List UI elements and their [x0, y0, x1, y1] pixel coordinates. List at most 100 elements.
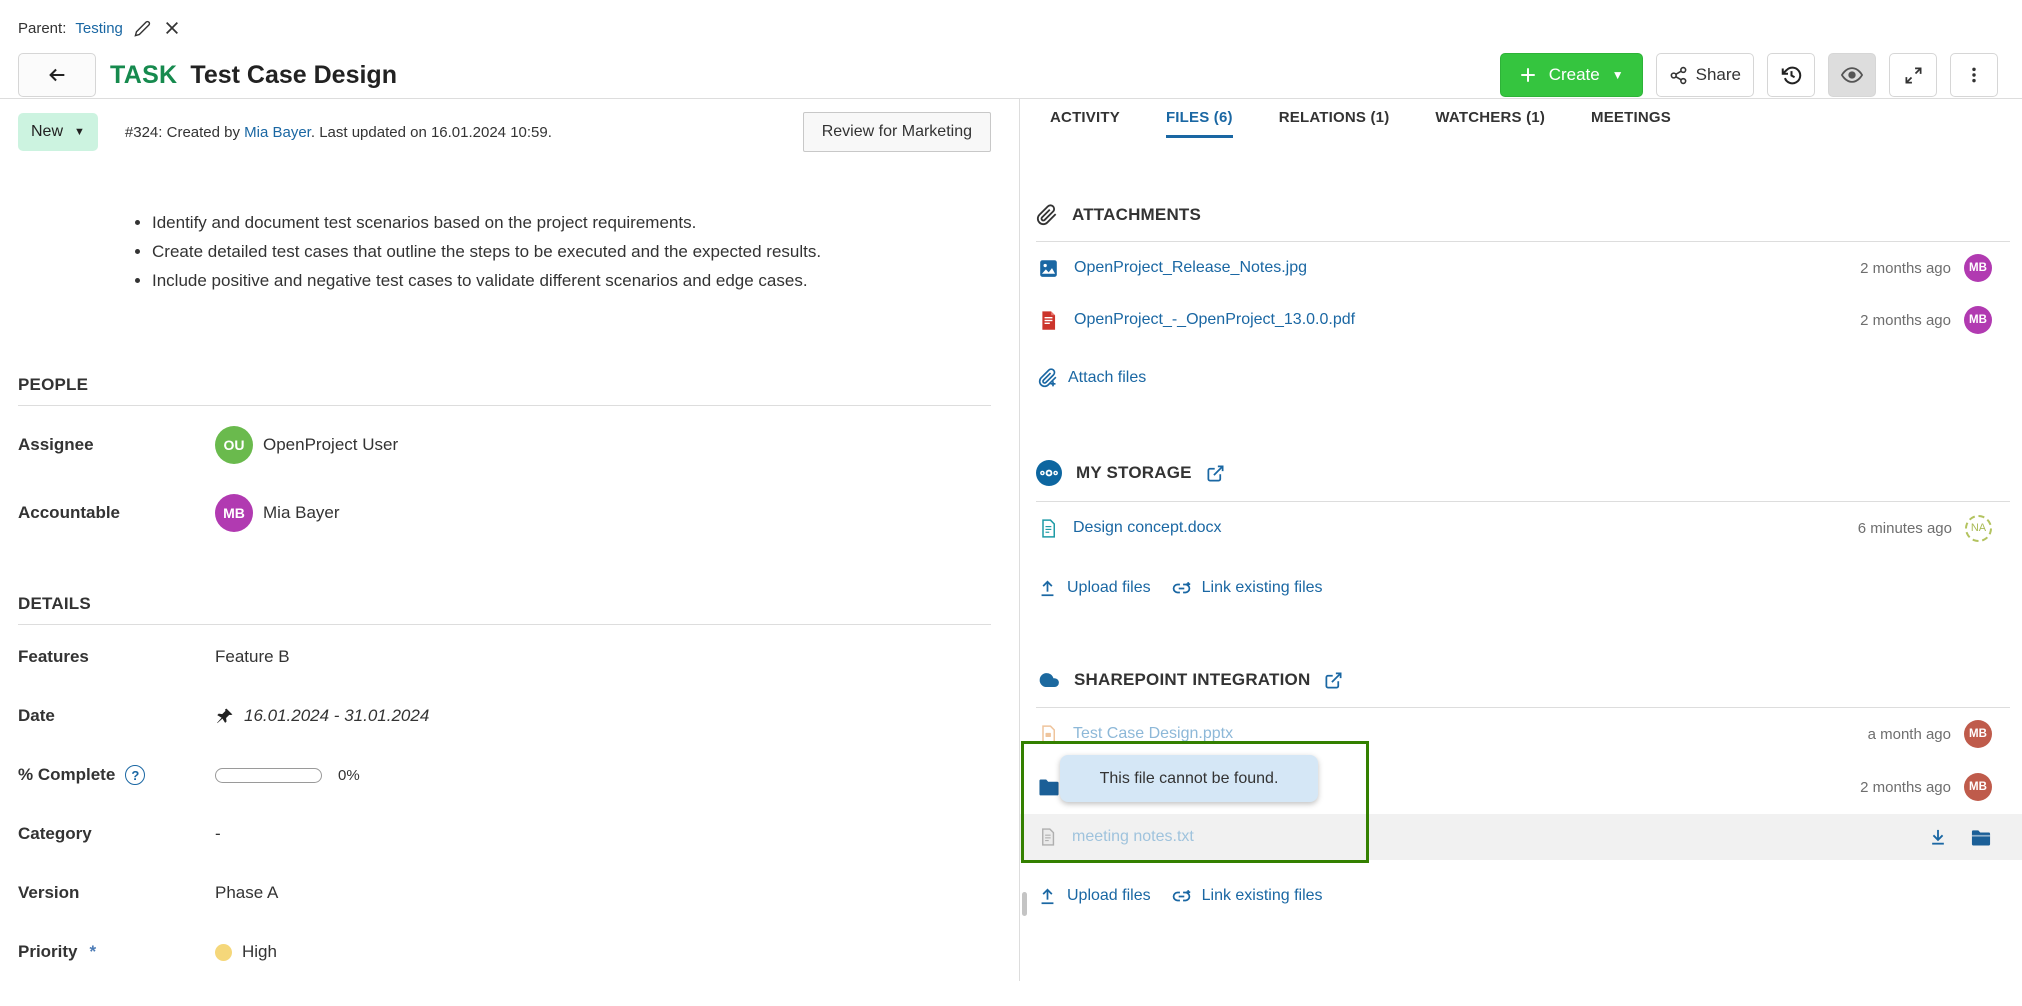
description-bullet: Create detailed test cases that outline … — [152, 237, 991, 266]
docx-file-icon — [1038, 518, 1058, 539]
date-label: Date — [18, 706, 215, 726]
description-bullet: Include positive and negative test cases… — [152, 266, 991, 295]
version-value[interactable]: Phase A — [215, 883, 991, 903]
attach-files-link[interactable]: Attach files — [1038, 368, 1146, 388]
link-existing-files-link[interactable]: Link existing files — [1171, 579, 1323, 598]
storage-file-link[interactable]: meeting notes.txt — [1072, 828, 1194, 846]
remove-parent-icon[interactable] — [162, 18, 182, 38]
storage-file-row[interactable]: Test Case Design.pptx a month ago MB — [1020, 708, 2022, 760]
open-folder-icon[interactable] — [1970, 828, 1992, 847]
avatar: MB — [215, 494, 253, 532]
attachment-row: OpenProject_-_OpenProject_13.0.0.pdf 2 m… — [1020, 294, 2022, 346]
status-meta: #324: Created by Mia Bayer. Last updated… — [125, 124, 552, 141]
storage-file-link[interactable]: Design concept.docx — [1073, 519, 1222, 537]
tab-files[interactable]: FILES (6) — [1166, 99, 1233, 138]
upload-files-link[interactable]: Upload files — [1038, 579, 1151, 598]
activity-history-button[interactable] — [1767, 53, 1815, 97]
title-bar: TASK Test Case Design Create ▼ Share — [18, 52, 1998, 98]
file-timestamp: 2 months ago — [1860, 260, 1951, 277]
my-storage-section-header: MY STORAGE — [1036, 460, 2010, 502]
tab-relations[interactable]: RELATIONS (1) — [1279, 99, 1390, 138]
file-timestamp: 6 minutes ago — [1858, 520, 1952, 537]
progress-bar — [215, 768, 322, 783]
open-storage-external-icon[interactable] — [1324, 671, 1343, 690]
edit-parent-icon[interactable] — [132, 18, 153, 39]
pdf-file-icon — [1038, 310, 1059, 331]
history-icon — [1781, 65, 1802, 86]
required-indicator: * — [90, 942, 97, 962]
accountable-label: Accountable — [18, 503, 215, 523]
page-title: Test Case Design — [190, 61, 397, 90]
storage-file-row[interactable]: Design concept.docx 6 minutes ago NA — [1020, 502, 2022, 554]
avatar: MB — [1964, 773, 1992, 801]
kebab-icon — [1965, 65, 1983, 85]
fullscreen-button[interactable] — [1889, 53, 1937, 97]
txt-file-icon — [1038, 827, 1057, 847]
page-header: Parent: Testing TASK Test Case Design Cr… — [0, 0, 2022, 98]
accountable-value[interactable]: MB Mia Bayer — [215, 494, 991, 532]
chevron-down-icon: ▼ — [1612, 68, 1624, 82]
details-section-heading: DETAILS — [18, 594, 991, 625]
tab-bar: ACTIVITY FILES (6) RELATIONS (1) WATCHER… — [1020, 99, 2022, 138]
chevron-down-icon: ▼ — [74, 126, 85, 138]
plus-icon — [1519, 66, 1537, 84]
work-package-type: TASK — [110, 61, 177, 90]
assignee-value[interactable]: OU OpenProject User — [215, 426, 991, 464]
upload-icon — [1038, 887, 1057, 906]
priority-label: Priority — [18, 942, 78, 962]
more-menu-button[interactable] — [1950, 53, 1998, 97]
upload-files-link[interactable]: Upload files — [1038, 887, 1151, 906]
create-button[interactable]: Create ▼ — [1500, 53, 1643, 97]
watch-button[interactable] — [1828, 53, 1876, 97]
sharepoint-section-header: SHAREPOINT INTEGRATION — [1036, 668, 2010, 708]
author-link[interactable]: Mia Bayer — [244, 124, 311, 141]
workflow-action-button[interactable]: Review for Marketing — [803, 112, 991, 152]
link-plus-icon — [1171, 887, 1192, 906]
people-section-heading: PEOPLE — [18, 375, 991, 406]
status-dropdown[interactable]: New ▼ — [18, 113, 98, 151]
pptx-file-icon — [1038, 724, 1058, 745]
attachments-section-header: ATTACHMENTS — [1036, 204, 2010, 242]
help-icon[interactable]: ? — [125, 765, 145, 785]
parent-link[interactable]: Testing — [75, 20, 123, 37]
category-label: Category — [18, 824, 215, 844]
eye-icon — [1841, 64, 1863, 86]
priority-field: Priority * High — [18, 942, 991, 962]
link-plus-icon — [1171, 579, 1192, 598]
attachment-link[interactable]: OpenProject_-_OpenProject_13.0.0.pdf — [1074, 311, 1355, 329]
attachment-link[interactable]: OpenProject_Release_Notes.jpg — [1074, 259, 1307, 277]
breadcrumb: Parent: Testing — [18, 16, 1998, 40]
tab-watchers[interactable]: WATCHERS (1) — [1435, 99, 1545, 138]
nextcloud-storage-icon — [1036, 460, 1062, 486]
priority-color-dot — [215, 944, 232, 961]
assignee-field: Assignee OU OpenProject User — [18, 426, 991, 464]
pin-icon — [215, 707, 234, 726]
share-icon — [1669, 66, 1688, 85]
percent-complete-label: % Complete — [18, 765, 115, 785]
download-file-icon[interactable] — [1928, 827, 1948, 847]
percent-complete-value[interactable]: 0% — [215, 767, 991, 784]
storage-file-link[interactable]: Test Case Design.pptx — [1073, 725, 1233, 743]
expand-icon — [1904, 66, 1923, 85]
date-field: Date 16.01.2024 - 31.01.2024 — [18, 706, 991, 726]
priority-value[interactable]: High — [215, 942, 991, 962]
details-tab-panel: ACTIVITY FILES (6) RELATIONS (1) WATCHER… — [1019, 99, 2022, 981]
category-value[interactable]: - — [215, 824, 991, 844]
image-file-icon — [1038, 258, 1059, 279]
tab-activity[interactable]: ACTIVITY — [1050, 99, 1120, 138]
features-value[interactable]: Feature B — [215, 647, 991, 667]
open-storage-external-icon[interactable] — [1206, 464, 1225, 483]
pane-resizer-handle[interactable] — [1022, 892, 1027, 916]
storage-file-row-hovered[interactable]: meeting notes.txt — [1020, 814, 2022, 860]
paperclip-plus-icon — [1038, 368, 1058, 388]
link-existing-files-link[interactable]: Link existing files — [1171, 887, 1323, 906]
tab-meetings[interactable]: MEETINGS — [1591, 99, 1671, 138]
date-value[interactable]: 16.01.2024 - 31.01.2024 — [215, 706, 991, 726]
back-button[interactable] — [18, 53, 96, 97]
features-field: Features Feature B — [18, 647, 991, 667]
cloud-icon — [1036, 668, 1060, 692]
avatar: MB — [1964, 720, 1992, 748]
share-button[interactable]: Share — [1656, 53, 1754, 97]
upload-icon — [1038, 579, 1057, 598]
file-timestamp: 2 months ago — [1860, 779, 1951, 796]
